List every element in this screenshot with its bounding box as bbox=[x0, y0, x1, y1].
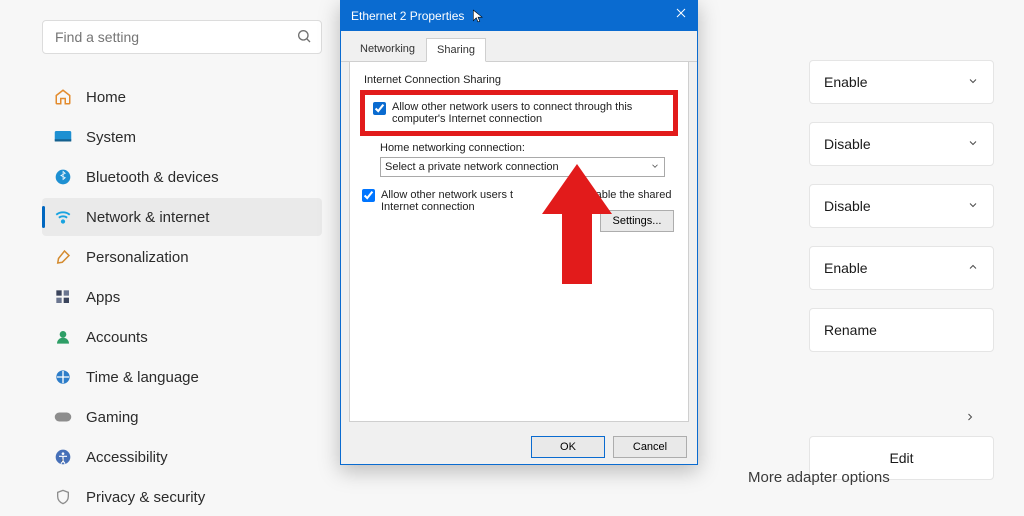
sidebar-item-label: Accessibility bbox=[86, 449, 168, 466]
dialog-buttons: OK Cancel bbox=[341, 430, 697, 464]
search-input[interactable] bbox=[42, 20, 322, 54]
person-icon bbox=[54, 328, 72, 346]
allow-connect-checkbox-row[interactable]: Allow other network users to connect thr… bbox=[373, 101, 665, 125]
chevron-up-icon bbox=[967, 260, 979, 276]
sidebar-item-apps[interactable]: Apps bbox=[42, 278, 322, 316]
dropdown-value: Select a private network connection bbox=[385, 161, 559, 173]
sidebar-item-home[interactable]: Home bbox=[42, 78, 322, 116]
gamepad-icon bbox=[54, 408, 72, 426]
sidebar-item-time[interactable]: Time & language bbox=[42, 358, 322, 396]
ok-button[interactable]: OK bbox=[531, 436, 605, 458]
sidebar-item-accessibility[interactable]: Accessibility bbox=[42, 438, 322, 476]
home-networking-label: Home networking connection: bbox=[380, 142, 676, 154]
shield-icon bbox=[54, 488, 72, 506]
sidebar-item-network[interactable]: Network & internet bbox=[42, 198, 322, 236]
tab-sharing[interactable]: Sharing bbox=[426, 38, 486, 62]
sidebar-item-label: Gaming bbox=[86, 409, 139, 426]
home-icon bbox=[54, 88, 72, 106]
search-icon bbox=[296, 28, 312, 47]
sidebar-item-label: Accounts bbox=[86, 329, 148, 346]
globe-icon bbox=[54, 368, 72, 386]
dialog-body: Internet Connection Sharing Allow other … bbox=[349, 62, 689, 422]
dialog-title: Ethernet 2 Properties bbox=[351, 9, 464, 23]
sidebar-nav: Home System Bluetooth & devices Network … bbox=[42, 78, 322, 516]
dialog-tabs: Networking Sharing bbox=[341, 31, 697, 62]
sidebar-item-bluetooth[interactable]: Bluetooth & devices bbox=[42, 158, 322, 196]
home-networking-dropdown[interactable]: Select a private network connection bbox=[380, 157, 665, 177]
sidebar-item-gaming[interactable]: Gaming bbox=[42, 398, 322, 436]
bluetooth-icon bbox=[54, 168, 72, 186]
action-card-disable[interactable]: Disable bbox=[809, 122, 994, 166]
accessibility-icon bbox=[54, 448, 72, 466]
sidebar-item-label: Network & internet bbox=[86, 209, 209, 226]
sidebar-item-system[interactable]: System bbox=[42, 118, 322, 156]
sidebar-item-label: Privacy & security bbox=[86, 489, 205, 506]
chevron-down-icon bbox=[967, 198, 979, 214]
chevron-down-icon bbox=[650, 161, 660, 174]
sidebar-item-privacy[interactable]: Privacy & security bbox=[42, 478, 322, 516]
close-icon[interactable] bbox=[675, 7, 687, 22]
chevron-down-icon bbox=[967, 74, 979, 90]
highlight-box: Allow other network users to connect thr… bbox=[360, 90, 678, 136]
sharing-settings-button[interactable]: Settings... bbox=[600, 210, 674, 232]
group-title: Internet Connection Sharing bbox=[364, 74, 676, 86]
allow-connect-checkbox[interactable] bbox=[373, 102, 386, 115]
sidebar-item-label: System bbox=[86, 129, 136, 146]
search-field bbox=[42, 20, 322, 54]
sidebar-item-label: Personalization bbox=[86, 249, 189, 266]
sidebar-item-label: Bluetooth & devices bbox=[86, 169, 219, 186]
action-card-enable[interactable]: Enable bbox=[809, 246, 994, 290]
sidebar-item-label: Home bbox=[86, 89, 126, 106]
sidebar-item-personalization[interactable]: Personalization bbox=[42, 238, 322, 276]
allow-connect-label: Allow other network users to connect thr… bbox=[392, 101, 665, 125]
apps-icon bbox=[54, 288, 72, 306]
more-adapter-options-label: More adapter options bbox=[748, 469, 890, 486]
properties-dialog: Ethernet 2 Properties Networking Sharing… bbox=[340, 0, 698, 465]
wifi-icon bbox=[54, 208, 72, 226]
action-card-enable[interactable]: Enable bbox=[809, 60, 994, 104]
sidebar-item-label: Time & language bbox=[86, 369, 199, 386]
sidebar-item-label: Apps bbox=[86, 289, 120, 306]
action-card-rename[interactable]: Rename bbox=[809, 308, 994, 352]
tab-networking[interactable]: Networking bbox=[349, 37, 426, 61]
allow-control-checkbox[interactable] bbox=[362, 189, 375, 202]
dialog-titlebar[interactable]: Ethernet 2 Properties bbox=[341, 1, 697, 31]
action-card-disable[interactable]: Disable bbox=[809, 184, 994, 228]
chevron-down-icon bbox=[967, 136, 979, 152]
sidebar-item-accounts[interactable]: Accounts bbox=[42, 318, 322, 356]
cancel-button[interactable]: Cancel bbox=[613, 436, 687, 458]
chevron-right-icon[interactable] bbox=[964, 410, 976, 426]
cursor-icon bbox=[471, 7, 485, 28]
brush-icon bbox=[54, 248, 72, 266]
system-icon bbox=[54, 128, 72, 146]
